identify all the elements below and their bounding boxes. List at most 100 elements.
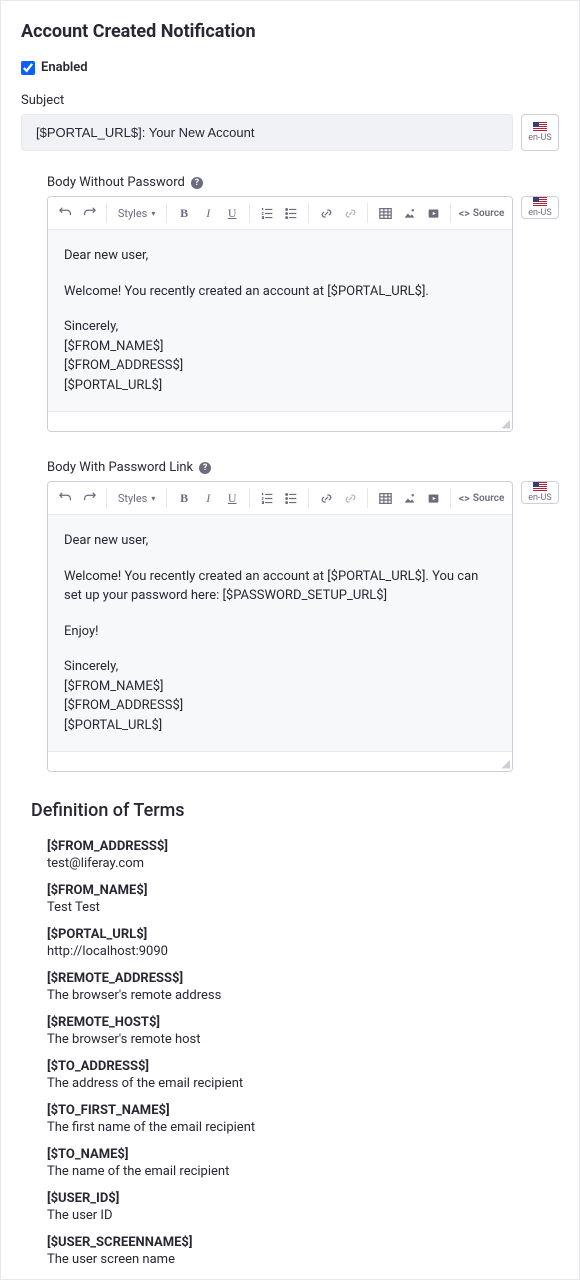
source-button[interactable]: <> Source bbox=[457, 486, 506, 510]
enabled-checkbox[interactable] bbox=[21, 61, 35, 75]
underline-button[interactable]: U bbox=[221, 486, 243, 510]
us-flag-icon bbox=[533, 482, 547, 492]
italic-button[interactable]: I bbox=[197, 486, 219, 510]
editor-wrap-2: Styles ▾ B I U bbox=[47, 481, 513, 772]
redo-button[interactable] bbox=[78, 201, 100, 225]
term-value: The address of the email recipient bbox=[47, 1076, 559, 1091]
locale-code: en-US bbox=[528, 493, 551, 503]
editor-line: Welcome! You recently created an account… bbox=[64, 282, 496, 302]
term-key: [$FROM_NAME$] bbox=[47, 883, 559, 898]
source-label: Source bbox=[473, 208, 504, 219]
editor-line: Enjoy! bbox=[64, 622, 496, 642]
term-value: The browser's remote address bbox=[47, 988, 559, 1003]
unordered-list-button[interactable] bbox=[280, 201, 302, 225]
ordered-list-button[interactable] bbox=[256, 201, 278, 225]
video-button[interactable] bbox=[422, 201, 444, 225]
code-icon: <> bbox=[459, 492, 470, 505]
us-flag-icon bbox=[533, 197, 547, 207]
unordered-list-button[interactable] bbox=[280, 486, 302, 510]
image-button[interactable] bbox=[398, 201, 420, 225]
toolbar-sep bbox=[450, 203, 451, 223]
bold-button[interactable]: B bbox=[173, 201, 195, 225]
toolbar-sep bbox=[166, 203, 167, 223]
editor-line bbox=[64, 266, 496, 282]
term-value: The browser's remote host bbox=[47, 1032, 559, 1047]
editor-line bbox=[64, 551, 496, 567]
editor-row-2: Styles ▾ B I U bbox=[47, 481, 559, 772]
term-item: [$TO_NAME$]The name of the email recipie… bbox=[47, 1147, 559, 1179]
underline-button[interactable]: U bbox=[221, 201, 243, 225]
undo-button[interactable] bbox=[54, 201, 76, 225]
editor-toolbar: Styles ▾ B I U bbox=[48, 197, 512, 230]
term-value: The user screen name bbox=[47, 1252, 559, 1267]
source-button[interactable]: <> Source bbox=[457, 201, 506, 225]
body-with-password-link-section: Body With Password Link ? Styles ▾ B I U bbox=[47, 460, 559, 772]
link-button[interactable] bbox=[315, 201, 337, 225]
editor-line bbox=[64, 641, 496, 657]
term-value: test@liferay.com bbox=[47, 856, 559, 871]
terms-title: Definition of Terms bbox=[31, 800, 559, 821]
locale-button[interactable]: en-US bbox=[521, 114, 559, 151]
unlink-button[interactable] bbox=[339, 486, 361, 510]
editor-body-2[interactable]: Dear new user, Welcome! You recently cre… bbox=[48, 515, 512, 751]
editor-line: Sincerely, bbox=[64, 657, 496, 677]
resize-handle[interactable]: ◢ bbox=[500, 759, 510, 769]
enabled-label[interactable]: Enabled bbox=[41, 60, 88, 75]
editor-line: [$FROM_ADDRESS$] bbox=[64, 696, 496, 716]
locale-button[interactable]: en-US bbox=[521, 196, 559, 219]
image-button[interactable] bbox=[398, 486, 420, 510]
term-item: [$REMOTE_HOST$]The browser's remote host bbox=[47, 1015, 559, 1047]
table-button[interactable] bbox=[374, 201, 396, 225]
editor-body-1[interactable]: Dear new user, Welcome! You recently cre… bbox=[48, 230, 512, 411]
styles-label: Styles bbox=[118, 207, 148, 220]
styles-dropdown[interactable]: Styles ▾ bbox=[113, 486, 160, 510]
term-key: [$TO_ADDRESS$] bbox=[47, 1059, 559, 1074]
ordered-list-button[interactable] bbox=[256, 486, 278, 510]
term-item: [$TO_ADDRESS$] The address of the email r… bbox=[47, 1059, 559, 1091]
editor-toolbar: Styles ▾ B I U bbox=[48, 482, 512, 515]
body-without-password-label-text: Body Without Password bbox=[47, 175, 185, 190]
editor-line: Dear new user, bbox=[64, 246, 496, 266]
toolbar-sep bbox=[249, 488, 250, 508]
term-item: [$PORTAL_URL$]http://localhost:9090 bbox=[47, 927, 559, 959]
toolbar-sep bbox=[166, 488, 167, 508]
resize-handle[interactable]: ◢ bbox=[500, 419, 510, 429]
code-icon: <> bbox=[459, 207, 470, 220]
term-value: http://localhost:9090 bbox=[47, 944, 559, 959]
help-icon[interactable]: ? bbox=[199, 462, 211, 474]
table-button[interactable] bbox=[374, 486, 396, 510]
toolbar-sep bbox=[106, 488, 107, 508]
term-item: [$FROM_ADDRESS$]test@liferay.com bbox=[47, 839, 559, 871]
term-value: The user ID bbox=[47, 1208, 559, 1223]
subject-input[interactable] bbox=[21, 114, 513, 151]
locale-button[interactable]: en-US bbox=[521, 481, 559, 504]
term-item: [$FROM_NAME$]Test Test bbox=[47, 883, 559, 915]
help-icon[interactable]: ? bbox=[191, 177, 203, 189]
unlink-button[interactable] bbox=[339, 201, 361, 225]
link-button[interactable] bbox=[315, 486, 337, 510]
editor-line bbox=[64, 606, 496, 622]
bold-button[interactable]: B bbox=[173, 486, 195, 510]
enabled-row: Enabled bbox=[21, 60, 559, 75]
editor-line: [$PORTAL_URL$] bbox=[64, 716, 496, 736]
undo-button[interactable] bbox=[54, 486, 76, 510]
subject-label: Subject bbox=[21, 93, 559, 108]
editor-line: [$FROM_NAME$] bbox=[64, 337, 496, 357]
us-flag-icon bbox=[533, 122, 547, 132]
redo-button[interactable] bbox=[78, 486, 100, 510]
term-item: [$USER_SCREENNAME$]The user screen name bbox=[47, 1235, 559, 1267]
editor-wrap-1: Styles ▾ B I U bbox=[47, 196, 513, 432]
body-with-password-link-label-text: Body With Password Link bbox=[47, 460, 193, 475]
source-label: Source bbox=[473, 493, 504, 504]
styles-dropdown[interactable]: Styles ▾ bbox=[113, 201, 160, 225]
term-value: The name of the email recipient bbox=[47, 1164, 559, 1179]
editor-line: [$FROM_NAME$] bbox=[64, 677, 496, 697]
subject-row: en-US bbox=[21, 114, 559, 151]
video-button[interactable] bbox=[422, 486, 444, 510]
body-without-password-label: Body Without Password ? bbox=[47, 175, 559, 190]
term-key: [$REMOTE_ADDRESS$] bbox=[47, 971, 559, 986]
editor-footer: ◢ bbox=[48, 411, 512, 431]
toolbar-sep bbox=[249, 203, 250, 223]
italic-button[interactable]: I bbox=[197, 201, 219, 225]
term-item: [$USER_ID$]The user ID bbox=[47, 1191, 559, 1223]
